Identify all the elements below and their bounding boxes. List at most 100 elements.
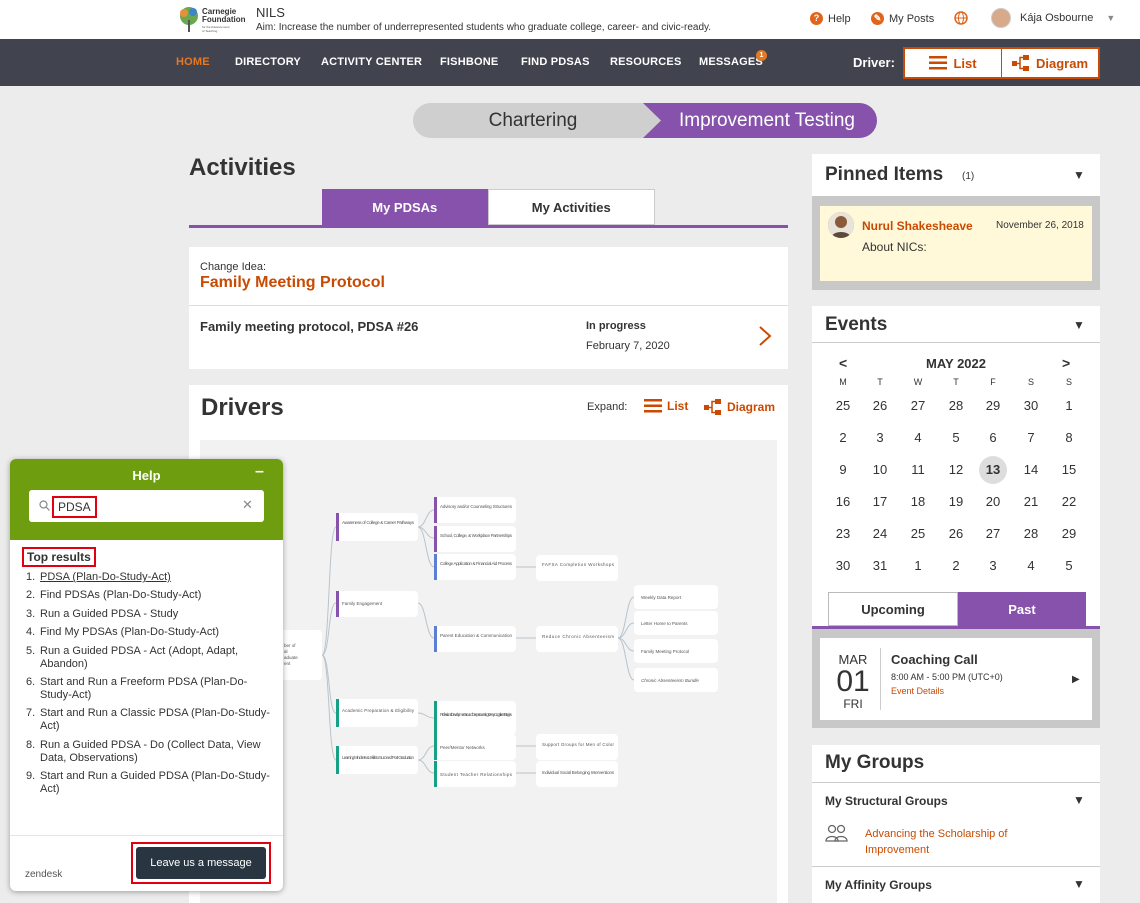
nav-messages[interactable]: MESSAGES xyxy=(699,56,763,68)
tab-past[interactable]: Past xyxy=(958,592,1086,626)
calendar-day[interactable]: 21 xyxy=(1017,488,1045,516)
calendar-day[interactable]: 19 xyxy=(942,488,970,516)
calendar-day[interactable]: 6 xyxy=(979,424,1007,452)
calendar-day[interactable]: 1 xyxy=(1055,392,1083,420)
calendar-prev-button[interactable]: < xyxy=(839,355,847,371)
change-idea-title[interactable]: Family Meeting Protocol xyxy=(200,274,385,292)
structural-group-link[interactable]: Advancing the Scholarship of Improvement xyxy=(865,826,1045,858)
calendar-next-button[interactable]: > xyxy=(1062,355,1070,371)
calendar-day[interactable]: 16 xyxy=(829,488,857,516)
help-result-item[interactable]: 5. Run a Guided PDSA - Act (Adopt, Adapt,… xyxy=(26,645,276,671)
calendar-day[interactable]: 27 xyxy=(904,392,932,420)
calendar-day[interactable]: 25 xyxy=(904,520,932,548)
calendar-day[interactable]: 15 xyxy=(1055,456,1083,484)
play-icon[interactable]: ▶ xyxy=(1072,674,1080,685)
nav-directory[interactable]: DIRECTORY xyxy=(235,56,301,68)
events-title: Events xyxy=(825,314,888,335)
chevron-right-icon[interactable] xyxy=(758,325,772,350)
expand-list-button[interactable]: List xyxy=(644,399,688,413)
structural-groups-header[interactable]: My Structural Groups xyxy=(825,794,948,808)
help-result-item[interactable]: 3. Run a Guided PDSA - Study xyxy=(26,608,276,621)
pinned-author[interactable]: Nurul Shakesheave xyxy=(862,219,973,233)
leave-message-button[interactable]: Leave us a message xyxy=(136,847,266,879)
calendar-day[interactable]: 29 xyxy=(1055,520,1083,548)
calendar-day[interactable]: 10 xyxy=(866,456,894,484)
calendar-day[interactable]: 11 xyxy=(904,456,932,484)
calendar-day[interactable]: 8 xyxy=(1055,424,1083,452)
help-result-item[interactable]: 4. Find My PDSAs (Plan-Do-Study-Act) xyxy=(26,626,276,639)
calendar-day[interactable]: 22 xyxy=(1055,488,1083,516)
tab-my-pdsas[interactable]: My PDSAs xyxy=(322,189,488,225)
calendar-day[interactable]: 24 xyxy=(866,520,894,548)
calendar-day[interactable]: 13 xyxy=(979,456,1007,484)
help-result-item[interactable]: 6. Start and Run a Freeform PDSA (Plan-Do… xyxy=(26,676,276,702)
phase-improvement-testing[interactable]: Improvement Testing xyxy=(643,103,877,138)
calendar-day[interactable]: 26 xyxy=(866,392,894,420)
search-query[interactable]: PDSA xyxy=(52,496,97,518)
my-posts-link[interactable]: ✎ My Posts xyxy=(871,12,934,25)
calendar-day[interactable]: 14 xyxy=(1017,456,1045,484)
phase-chartering[interactable]: Chartering xyxy=(413,103,663,138)
drivers-title: Drivers xyxy=(201,394,284,421)
calendar-day[interactable]: 26 xyxy=(942,520,970,548)
carnegie-logo[interactable]: Carnegie Foundation for the Advancement … xyxy=(176,4,246,36)
calendar-day[interactable]: 28 xyxy=(942,392,970,420)
pinned-note[interactable] xyxy=(820,206,1092,281)
calendar-day[interactable]: 29 xyxy=(979,392,1007,420)
event-details-link[interactable]: Event Details xyxy=(891,686,944,696)
nav-home[interactable]: HOME xyxy=(176,56,210,68)
pdsa-name[interactable]: Family meeting protocol, PDSA #26 xyxy=(200,319,418,334)
calendar-day[interactable]: 4 xyxy=(1017,552,1045,580)
calendar-day[interactable]: 20 xyxy=(979,488,1007,516)
calendar-day[interactable]: 27 xyxy=(979,520,1007,548)
calendar-day[interactable]: 28 xyxy=(1017,520,1045,548)
calendar-day[interactable]: 2 xyxy=(829,424,857,452)
calendar-day[interactable]: 17 xyxy=(866,488,894,516)
driver-diagram-button[interactable]: Diagram xyxy=(1001,49,1098,77)
calendar-day[interactable]: 5 xyxy=(942,424,970,452)
caret-down-icon[interactable]: ▼ xyxy=(1073,877,1085,891)
caret-down-icon[interactable]: ▼ xyxy=(1073,793,1085,807)
result-title: Find My PDSAs (Plan-Do-Study-Act) xyxy=(40,626,220,639)
user-menu[interactable]: Kája Osbourne ▼ xyxy=(991,8,1115,28)
nav-resources[interactable]: RESOURCES xyxy=(610,56,681,68)
help-result-item[interactable]: 8. Run a Guided PDSA - Do (Collect Data, … xyxy=(26,739,276,765)
help-link[interactable]: ? Help xyxy=(810,12,851,25)
help-result-item[interactable]: 7. Start and Run a Classic PDSA (Plan-Do-… xyxy=(26,707,276,733)
clear-icon[interactable]: ✕ xyxy=(242,497,253,513)
affinity-groups-header[interactable]: My Affinity Groups xyxy=(825,878,932,892)
caret-down-icon[interactable]: ▼ xyxy=(1073,318,1085,332)
nav-activity-center[interactable]: ACTIVITY CENTER xyxy=(321,56,422,68)
driver-list-button[interactable]: List xyxy=(905,49,1001,77)
tab-upcoming[interactable]: Upcoming xyxy=(828,592,958,626)
zendesk-logo[interactable]: zendesk xyxy=(25,869,62,880)
help-search-input[interactable]: PDSA ✕ xyxy=(29,490,264,522)
calendar-day[interactable]: 18 xyxy=(904,488,932,516)
calendar-day[interactable]: 30 xyxy=(1017,392,1045,420)
calendar-day[interactable]: 5 xyxy=(1055,552,1083,580)
calendar-day[interactable]: 31 xyxy=(866,552,894,580)
calendar-day[interactable]: 12 xyxy=(942,456,970,484)
expand-diagram-button[interactable]: Diagram xyxy=(704,399,775,415)
help-result-item[interactable]: 1. PDSA (Plan-Do-Study-Act) xyxy=(26,571,276,584)
calendar-day[interactable]: 4 xyxy=(904,424,932,452)
nav-fishbone[interactable]: FISHBONE xyxy=(440,56,498,68)
calendar-day[interactable]: 2 xyxy=(942,552,970,580)
calendar-day[interactable]: 9 xyxy=(829,456,857,484)
result-number: 3. xyxy=(26,607,36,620)
calendar-day[interactable]: 3 xyxy=(866,424,894,452)
help-result-item[interactable]: 9. Start and Run a Guided PDSA (Plan-Do-S… xyxy=(26,770,276,796)
caret-down-icon[interactable]: ▼ xyxy=(1073,168,1085,182)
calendar-day[interactable]: 23 xyxy=(829,520,857,548)
calendar-day[interactable]: 30 xyxy=(829,552,857,580)
help-result-item[interactable]: 2. Find PDSAs (Plan-Do-Study-Act) xyxy=(26,589,276,602)
calendar-day[interactable]: 25 xyxy=(829,392,857,420)
calendar-day[interactable]: 7 xyxy=(1017,424,1045,452)
minimize-button[interactable]: – xyxy=(255,463,264,481)
calendar-day[interactable]: 3 xyxy=(979,552,1007,580)
tab-my-activities[interactable]: My Activities xyxy=(487,189,655,225)
driver-diagram[interactable]: ber of al aduate ent Awareness of Colleg… xyxy=(200,440,777,903)
nav-find-pdsas[interactable]: FIND PDSAS xyxy=(521,56,590,68)
globe-icon[interactable] xyxy=(954,11,968,28)
calendar-day[interactable]: 1 xyxy=(904,552,932,580)
